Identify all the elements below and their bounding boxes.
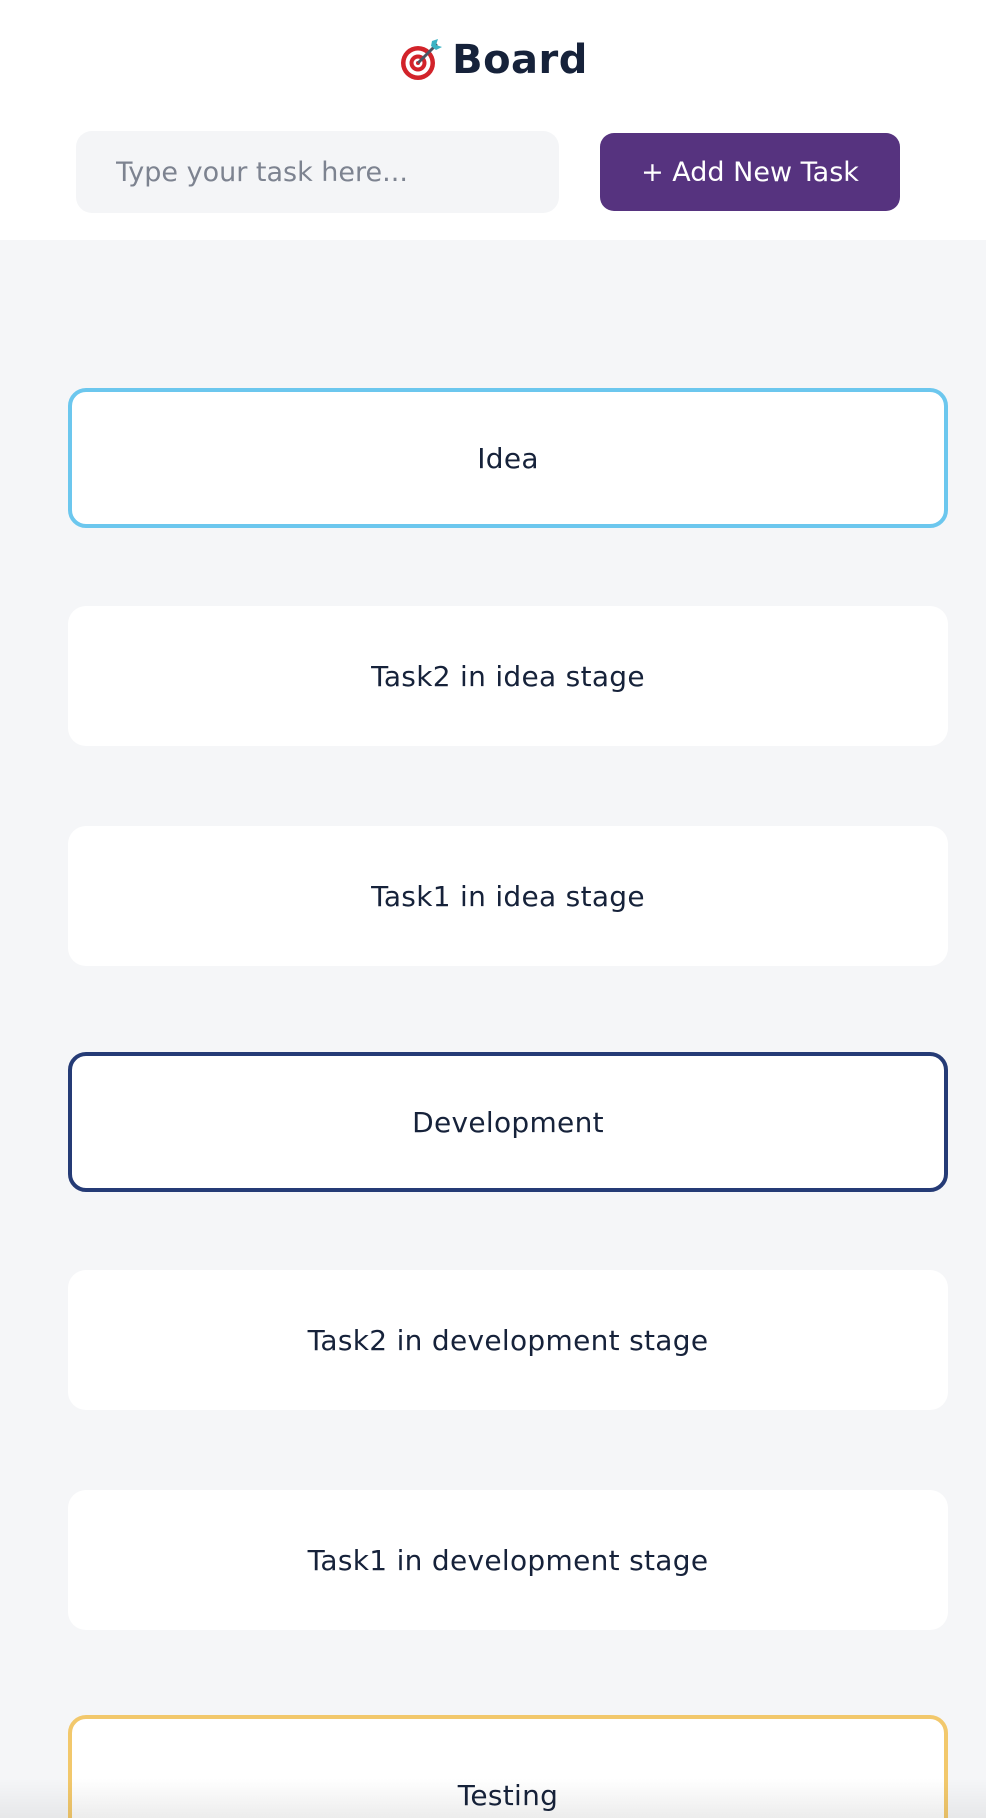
title-text: Board — [452, 37, 588, 83]
stage-header-development[interactable]: Development — [68, 1052, 948, 1192]
page-title: Board — [0, 30, 986, 90]
task-card[interactable]: Task1 in idea stage — [68, 826, 948, 966]
task-card[interactable]: Task2 in idea stage — [68, 606, 948, 746]
header: Board + Add New Task — [0, 0, 986, 240]
board: Idea Task2 in idea stage Task1 in idea s… — [0, 240, 986, 1818]
board-page: Board + Add New Task Idea Task2 in idea … — [0, 0, 986, 1818]
task-input[interactable] — [76, 131, 559, 213]
dart-target-icon — [401, 39, 443, 80]
stage-header-idea[interactable]: Idea — [68, 388, 948, 528]
stage-header-testing[interactable]: Testing — [68, 1715, 948, 1818]
add-new-task-button[interactable]: + Add New Task — [600, 133, 900, 211]
task-card[interactable]: Task2 in development stage — [68, 1270, 948, 1410]
task-card[interactable]: Task1 in development stage — [68, 1490, 948, 1630]
